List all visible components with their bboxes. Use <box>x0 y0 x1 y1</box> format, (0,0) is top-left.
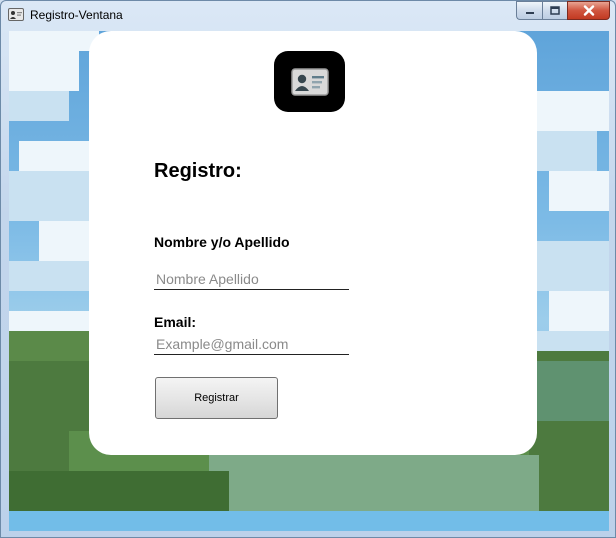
background-cloud <box>9 91 69 121</box>
background-hill <box>9 331 89 361</box>
background-water <box>9 511 609 531</box>
close-button[interactable] <box>567 1 610 20</box>
client-area: Registro: Nombre y/o Apellido Email: Reg… <box>9 31 609 531</box>
name-label: Nombre y/o Apellido <box>154 234 290 250</box>
app-logo <box>274 51 345 112</box>
background-cloud <box>549 171 609 211</box>
maximize-button[interactable] <box>542 1 567 20</box>
background-hill <box>209 455 539 511</box>
window-title: Registro-Ventana <box>30 8 123 22</box>
minimize-button[interactable] <box>516 1 542 20</box>
id-card-icon <box>290 67 329 96</box>
background-cloud <box>549 291 609 331</box>
background-hill <box>9 471 229 511</box>
background-cloud <box>537 91 609 131</box>
background-cloud <box>537 131 597 171</box>
register-button[interactable]: Registrar <box>155 377 278 419</box>
email-input[interactable] <box>154 333 349 355</box>
caption-buttons <box>516 1 610 21</box>
close-icon <box>583 5 594 16</box>
minimize-icon <box>525 11 534 14</box>
background-cloud <box>9 171 89 221</box>
app-window: Registro-Ventana Registro: Nombre y/o Ap… <box>0 0 616 538</box>
background-cloud <box>9 51 79 91</box>
background-cloud <box>9 261 89 291</box>
background-hill <box>537 361 609 421</box>
maximize-icon <box>550 6 560 15</box>
name-input[interactable] <box>154 268 349 290</box>
background-cloud <box>39 221 89 261</box>
background-cloud <box>9 31 99 51</box>
form-heading: Registro: <box>154 160 242 182</box>
email-label: Email: <box>154 314 197 330</box>
id-card-icon <box>8 8 24 21</box>
background-cloud <box>537 241 609 291</box>
title-bar[interactable]: Registro-Ventana <box>1 1 615 29</box>
background-cloud <box>19 141 89 171</box>
registration-card: Registro: Nombre y/o Apellido Email: Reg… <box>89 31 537 455</box>
